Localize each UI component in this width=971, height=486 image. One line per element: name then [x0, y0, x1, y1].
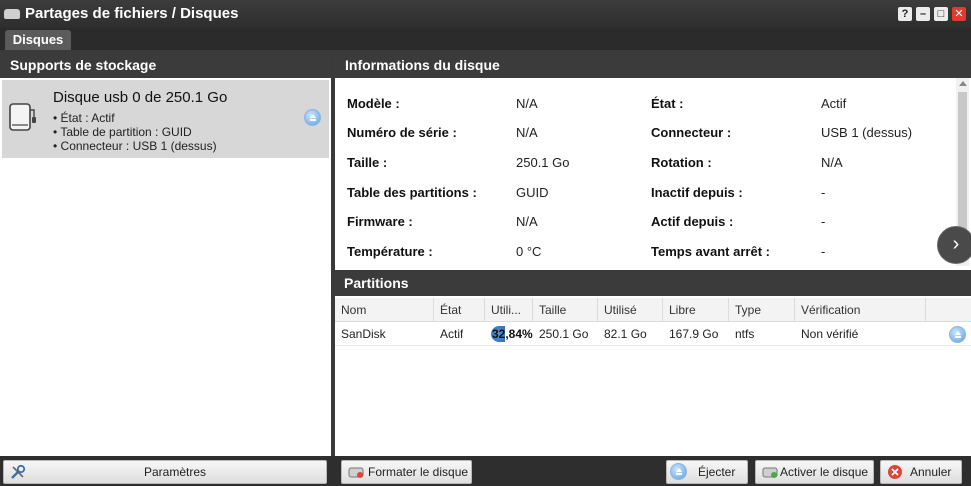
- cell-type: ntfs: [735, 327, 755, 341]
- info-value-time-before-stop: -: [821, 244, 826, 259]
- info-label-firmware: Firmware :: [347, 214, 413, 229]
- info-value-rotation: N/A: [821, 155, 843, 170]
- usage-progress-text: 32,84%: [492, 327, 533, 341]
- parameters-button[interactable]: Paramètres: [3, 460, 327, 484]
- column-header-etat[interactable]: État: [434, 298, 485, 322]
- column-header-taille[interactable]: Taille: [533, 298, 598, 322]
- info-value-partition-table: GUID: [516, 185, 549, 200]
- activate-disk-label: Activer le disque: [780, 465, 869, 479]
- usage-progress-bar: 32,84%: [491, 326, 533, 342]
- scroll-up-icon[interactable]: [959, 81, 967, 86]
- info-label-connector: Connecteur :: [651, 125, 732, 140]
- cancel-label: Annuler: [910, 465, 952, 479]
- column-header-verification[interactable]: Vérification: [795, 298, 926, 322]
- format-disk-icon: [348, 467, 364, 478]
- cancel-icon: [888, 465, 902, 479]
- partitions-title: Partitions: [335, 270, 971, 296]
- info-label-rotation: Rotation :: [651, 155, 712, 170]
- help-button[interactable]: ?: [898, 7, 912, 21]
- close-button[interactable]: ✕: [952, 7, 966, 21]
- cancel-button[interactable]: Annuler: [880, 460, 962, 484]
- info-label-size: Taille :: [347, 155, 388, 170]
- info-value-firmware: N/A: [516, 214, 538, 229]
- disk-info-grid: Modèle : N/A Numéro de série : N/A Taill…: [335, 78, 955, 266]
- parameters-label: Paramètres: [144, 465, 207, 479]
- disk-list-item[interactable]: Disque usb 0 de 250.1 Go • État : Actif …: [2, 80, 329, 158]
- storage-panel-title: Supports de stockage: [0, 52, 331, 78]
- info-label-partition-table: Table des partitions :: [347, 185, 477, 200]
- column-header-nom[interactable]: Nom: [335, 298, 434, 322]
- partitions-table: Nom État Utili... Taille Utilisé Libre T…: [335, 298, 971, 346]
- info-value-temperature: 0 °C: [516, 244, 542, 259]
- hard-drive-icon: [4, 9, 20, 19]
- disk-name: Disque usb 0 de 250.1 Go: [53, 89, 228, 106]
- cell-etat: Actif: [440, 327, 464, 341]
- info-value-connector: USB 1 (dessus): [821, 125, 913, 140]
- column-header-libre[interactable]: Libre: [663, 298, 729, 322]
- cell-utilise: 82.1 Go: [604, 327, 647, 341]
- minimize-button[interactable]: –: [916, 7, 930, 21]
- disk-connector-line: • Connecteur : USB 1 (dessus): [53, 139, 217, 153]
- maximize-button[interactable]: □: [934, 7, 948, 21]
- cell-verification: Non vérifié: [801, 327, 859, 341]
- info-label-active-since: Actif depuis :: [651, 214, 734, 229]
- eject-button[interactable]: Éjecter: [666, 460, 748, 484]
- info-value-model: N/A: [516, 96, 538, 111]
- cell-nom: SanDisk: [341, 327, 386, 341]
- storage-panel: Supports de stockage Disque usb 0 de 250…: [0, 52, 331, 456]
- partitions-table-header: Nom État Utili... Taille Utilisé Libre T…: [335, 298, 971, 322]
- window-titlebar: Partages de fichiers / Disques ? – □ ✕: [0, 0, 971, 28]
- disk-partition-table-line: • Table de partition : GUID: [53, 125, 192, 139]
- tools-icon: [11, 464, 26, 479]
- next-arrow-button[interactable]: ›: [937, 226, 971, 264]
- activate-disk-button[interactable]: Activer le disque: [755, 460, 874, 484]
- partition-eject-icon[interactable]: [949, 326, 966, 343]
- info-value-size: 250.1 Go: [516, 155, 570, 170]
- info-label-temperature: Température :: [347, 244, 433, 259]
- tab-strip: Disques: [0, 28, 971, 50]
- eject-label: Éjecter: [698, 465, 736, 479]
- column-header-actions: [926, 298, 971, 322]
- eject-icon[interactable]: [304, 109, 321, 126]
- disk-state-line: • État : Actif: [53, 111, 115, 125]
- info-label-serial: Numéro de série :: [347, 125, 457, 140]
- info-label-time-before-stop: Temps avant arrêt :: [651, 244, 770, 259]
- window-title: Partages de fichiers / Disques: [25, 5, 239, 22]
- info-label-idle-since: Inactif depuis :: [651, 185, 743, 200]
- cell-libre: 167.9 Go: [669, 327, 719, 341]
- column-header-type[interactable]: Type: [729, 298, 795, 322]
- bottom-toolbar: Paramètres Formater le disque Éjecter Ac…: [0, 456, 971, 486]
- column-header-utilise[interactable]: Utilisé: [598, 298, 663, 322]
- info-value-active-since: -: [821, 214, 826, 229]
- info-label-state: État :: [651, 96, 684, 111]
- info-value-state: Actif: [821, 96, 847, 111]
- cell-taille: 250.1 Go: [539, 327, 589, 341]
- column-header-utilisation[interactable]: Utili...: [485, 298, 533, 322]
- info-value-idle-since: -: [821, 185, 826, 200]
- activate-disk-icon: [762, 467, 778, 478]
- info-label-model: Modèle :: [347, 96, 400, 111]
- disk-info-title: Informations du disque: [335, 52, 971, 78]
- table-row[interactable]: SanDisk Actif 32,84% 250.1 Go 82.1 Go 16…: [335, 322, 971, 346]
- info-value-serial: N/A: [516, 125, 538, 140]
- scrollbar-thumb[interactable]: [958, 92, 967, 242]
- tab-disques[interactable]: Disques: [5, 30, 71, 50]
- format-disk-button[interactable]: Formater le disque: [341, 460, 472, 484]
- disk-info-panel: Informations du disque Modèle : N/A Numé…: [335, 52, 971, 456]
- eject-icon: [670, 463, 687, 480]
- format-disk-label: Formater le disque: [368, 465, 469, 479]
- usb-disk-icon: [9, 103, 36, 131]
